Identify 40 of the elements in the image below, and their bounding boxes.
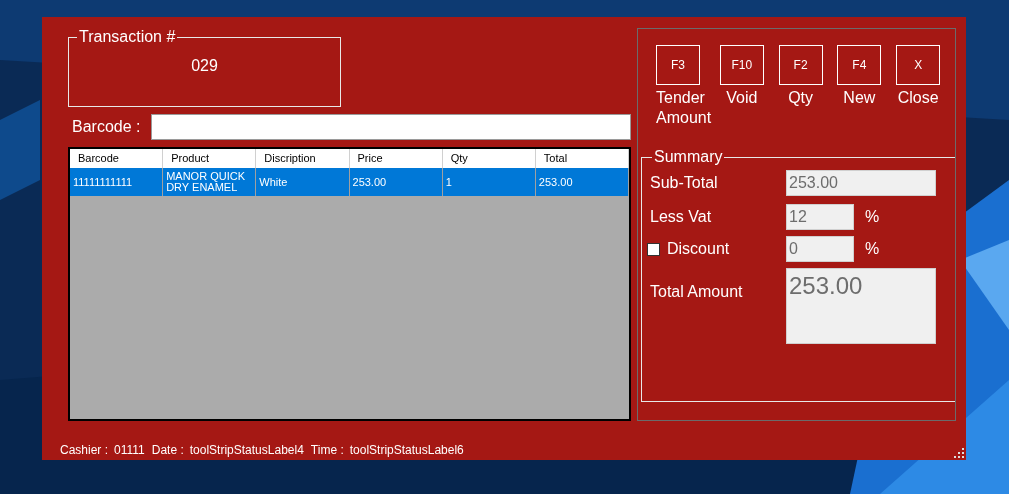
status-label: Cashier :	[60, 442, 109, 459]
barcode-label: Barcode :	[72, 117, 142, 137]
shortcut-label: Close	[896, 88, 940, 108]
group-title: Transaction #	[78, 28, 177, 46]
table-cell: 253.00	[535, 168, 630, 196]
shortcut-button[interactable]: X	[896, 45, 941, 85]
shortcut-label: Qty	[787, 88, 814, 108]
vat-field[interactable]: 12	[786, 204, 854, 230]
status-value: toolStripStatusLabel4	[189, 442, 304, 459]
shortcut-label: New	[842, 88, 877, 108]
table-cell: 1	[442, 168, 536, 196]
table-cell: MANOR QUICK DRY ENAMEL	[163, 168, 257, 196]
transaction-number: 029	[191, 56, 218, 76]
table-cell: White	[256, 168, 350, 196]
shortcut-label: Tender Amount	[656, 88, 713, 128]
table-cell: 253.00	[349, 168, 443, 196]
shortcut-button[interactable]: F2	[778, 45, 823, 85]
status-label: Time :	[310, 442, 344, 459]
total-amount-label: Total Amount	[650, 282, 744, 302]
group-title: Summary	[653, 148, 724, 166]
shortcut-button[interactable]: F3	[656, 45, 700, 85]
table-row[interactable]: 11111111111 MANOR QUICK DRY ENAMEL White 253.00 1 253.00	[70, 168, 629, 196]
barcode-field[interactable]	[151, 114, 631, 140]
discount-checkbox[interactable]	[647, 242, 660, 256]
shortcut-label: Void	[725, 88, 759, 108]
shortcut-button[interactable]: F10	[719, 45, 764, 85]
percent-sign: %	[865, 239, 880, 259]
sub-total-label: Sub-Total	[650, 173, 719, 193]
less-vat-label: Less Vat	[650, 207, 713, 227]
status-label: Date :	[151, 442, 184, 459]
discount-label: Discount	[667, 239, 731, 259]
total-amount-field[interactable]: 253.00	[786, 268, 936, 344]
shortcut-button[interactable]: F4	[837, 45, 882, 85]
discount-field[interactable]: 0	[786, 236, 854, 262]
resize-grip-icon	[954, 448, 964, 458]
percent-sign: %	[865, 207, 880, 227]
status-value: toolStripStatusLabel6	[349, 442, 464, 459]
sub-total-field[interactable]: 253.00	[786, 170, 936, 196]
status-value: 01111	[114, 442, 145, 459]
table-cell: 11111111111	[70, 168, 164, 196]
